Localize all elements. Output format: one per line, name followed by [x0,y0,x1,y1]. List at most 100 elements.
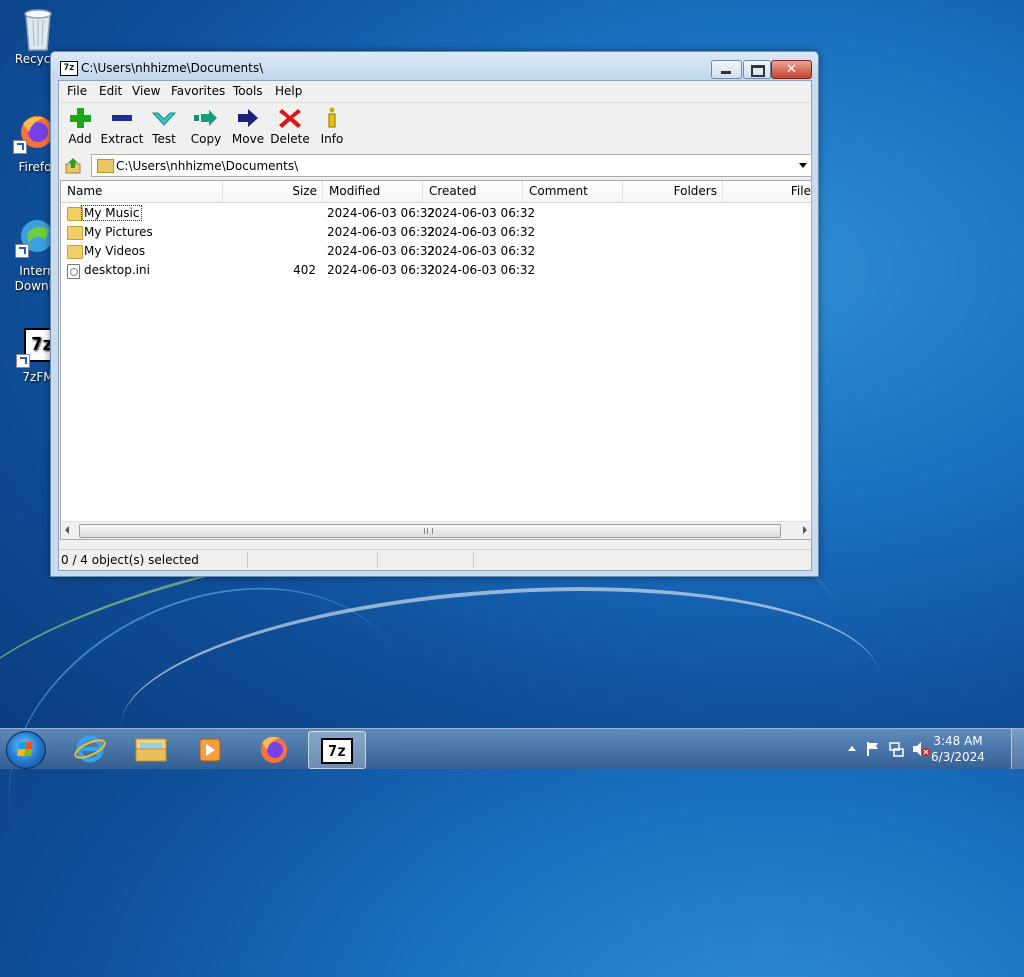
file-modified: 2024-06-03 06:32 [327,206,436,220]
menu-file[interactable]: File [67,84,87,98]
test-button[interactable]: Test [142,107,186,146]
file-name: My Music [80,205,143,221]
internet-explorer-icon [74,735,106,763]
extract-button[interactable]: Extract [100,107,144,146]
status-divider [247,552,248,568]
file-created: 2024-06-03 06:32 [427,244,536,258]
7zip-icon: 7z [321,738,353,764]
taskbar-file-explorer[interactable] [122,731,178,767]
7zip-app-icon: 7z [60,61,78,76]
horizontal-scrollbar[interactable] [61,521,811,539]
up-folder-icon[interactable] [64,157,82,175]
column-modified[interactable]: Modified [323,181,423,202]
path-text: C:\Users\nhhizme\Documents\ [116,159,299,173]
info-button[interactable]: Info [310,107,354,146]
menu-view[interactable]: View [132,84,160,98]
window-title: C:\Users\nhhizme\Documents\ [81,61,264,75]
move-button[interactable]: Move [226,107,270,146]
taskbar-internet-explorer[interactable] [62,731,118,767]
folder-icon [97,159,114,173]
taskbar-media-player[interactable] [182,731,238,767]
chevron-down-icon[interactable] [799,163,807,168]
taskbar-7zip[interactable]: 7z [308,731,366,769]
file-name: My Videos [84,244,146,258]
check-icon [149,107,179,129]
table-row[interactable]: My Videos 2024-06-03 06:32 2024-06-03 06… [61,242,811,261]
copy-arrow-icon [191,107,221,129]
file-name: desktop.ini [84,263,150,277]
toolbar: Add Extract Test Copy Move Delete Info [59,102,811,154]
firefox-icon [13,112,55,154]
minus-icon [107,107,137,129]
taskbar-firefox[interactable] [246,731,302,767]
table-row[interactable]: My Music 2024-06-03 06:32 2024-06-03 06:… [61,204,811,223]
scroll-right-icon[interactable] [803,526,807,534]
settings-file-icon [67,264,80,279]
table-row[interactable]: My Pictures 2024-06-03 06:32 2024-06-03 … [61,223,811,242]
shortcut-arrow-icon [13,140,27,154]
column-name[interactable]: Name [61,181,223,202]
menu-favorites[interactable]: Favorites [171,84,225,98]
folder-icon [135,738,167,762]
media-player-icon [199,738,221,762]
file-created: 2024-06-03 06:32 [427,263,536,277]
file-modified: 2024-06-03 06:32 [327,244,436,258]
clock-date: 6/3/2024 [931,750,985,764]
table-row[interactable]: desktop.ini 402 2024-06-03 06:32 2024-06… [61,261,811,280]
column-files[interactable]: File [723,181,811,202]
column-comment[interactable]: Comment [523,181,623,202]
file-created: 2024-06-03 06:32 [427,206,536,220]
file-list: Name Size Modified Created Comment Folde… [60,180,812,540]
window-content: File Edit View Favorites Tools Help Add … [58,80,812,571]
scroll-left-icon[interactable] [65,526,69,534]
start-button[interactable] [6,731,46,769]
column-size[interactable]: Size [223,181,323,202]
grip-icon [424,528,433,534]
copy-button[interactable]: Copy [184,107,228,146]
column-header: Name Size Modified Created Comment Folde… [61,181,811,203]
taskbar: 7z 3:48 AM 6/3/2024 [0,728,1024,769]
shortcut-arrow-icon [15,244,29,258]
info-icon [317,107,347,129]
column-folders[interactable]: Folders [623,181,723,202]
minimize-button[interactable] [711,60,742,79]
status-divider [377,552,378,568]
firefox-icon [261,736,287,763]
network-icon[interactable] [888,741,904,760]
status-text: 0 / 4 object(s) selected [61,553,199,567]
file-size: 402 [293,263,316,277]
column-created[interactable]: Created [423,181,523,202]
status-divider [473,552,474,568]
delete-button[interactable]: Delete [268,107,312,146]
path-input[interactable]: C:\Users\nhhizme\Documents\ [91,154,812,177]
clock-time: 3:48 AM [933,734,983,748]
menu-tools[interactable]: Tools [233,84,263,98]
maximize-button[interactable] [743,60,771,79]
clock[interactable]: 3:48 AM 6/3/2024 [928,733,988,765]
shortcut-arrow-icon [16,354,30,368]
delete-x-icon [275,107,305,129]
chevron-up-icon[interactable] [848,746,856,751]
menu-bar: File Edit View Favorites Tools Help [59,81,811,101]
move-arrow-icon [233,107,263,129]
file-created: 2024-06-03 06:32 [427,225,536,239]
system-tray: 3:48 AM 6/3/2024 [836,729,1016,769]
file-name: My Pictures [84,225,153,239]
address-bar: C:\Users\nhhizme\Documents\ [59,154,812,178]
scrollbar-thumb[interactable] [79,524,781,538]
file-manager-window: 7z C:\Users\nhhizme\Documents\ ✕ File Ed… [50,51,819,577]
folder-icon [67,226,83,240]
file-modified: 2024-06-03 06:32 [327,263,436,277]
menu-edit[interactable]: Edit [99,84,122,98]
title-bar[interactable]: 7z C:\Users\nhhizme\Documents\ ✕ [51,52,818,80]
show-desktop-button[interactable] [1011,729,1024,769]
recycle-bin-icon [18,6,58,51]
status-bar: 0 / 4 object(s) selected [59,549,811,570]
menu-help[interactable]: Help [275,84,302,98]
close-button[interactable]: ✕ [771,60,812,79]
add-button[interactable]: Add [58,107,102,146]
flag-icon[interactable] [866,741,880,760]
file-modified: 2024-06-03 06:32 [327,225,436,239]
plus-icon [65,107,95,129]
folder-icon [67,207,83,221]
